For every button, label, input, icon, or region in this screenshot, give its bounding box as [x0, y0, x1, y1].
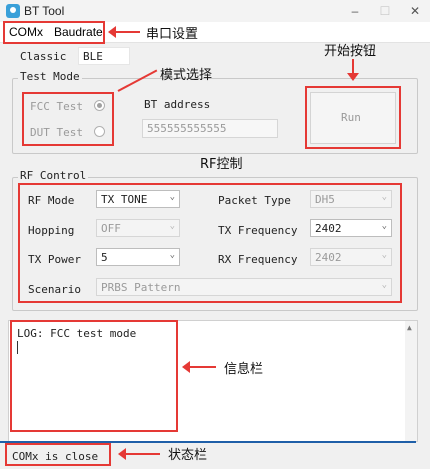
maximize-button[interactable]: ☐ [370, 2, 400, 20]
bt-address-input[interactable]: 555555555555 [142, 119, 278, 138]
tx-frequency-value: 2402 [315, 222, 342, 235]
chevron-down-icon: ⌄ [381, 221, 387, 231]
rf-mode-label: RF Mode [28, 194, 75, 207]
annotation-box-mode [22, 92, 114, 146]
annotation-box-menu [3, 21, 105, 44]
annotation-arrow-status [118, 448, 160, 460]
annotation-serial-settings: 串口设置 [146, 27, 199, 42]
chevron-down-icon: ⌄ [381, 280, 387, 290]
log-scrollbar[interactable]: ▲ [405, 321, 417, 441]
hopping-value: OFF [101, 222, 121, 235]
annotation-rf-control: RF控制 [200, 157, 243, 172]
rx-frequency-select[interactable]: 2402 ⌄ [310, 248, 392, 266]
rx-frequency-label: RX Frequency [218, 253, 298, 266]
classic-label: Classic [20, 50, 67, 63]
annotation-start-button: 开始按钮 [324, 44, 377, 59]
hopping-select[interactable]: OFF ⌄ [96, 219, 180, 237]
tx-frequency-label: TX Frequency [218, 224, 298, 237]
annotation-box-status [5, 443, 111, 466]
scenario-select[interactable]: PRBS Pattern ⌄ [96, 278, 392, 296]
packet-type-value: DH5 [315, 193, 335, 206]
annotation-status-bar: 状态栏 [168, 448, 208, 463]
rx-frequency-value: 2402 [315, 251, 342, 264]
rf-control-legend: RF Control [18, 169, 89, 182]
test-mode-legend: Test Mode [18, 70, 82, 83]
classic-select[interactable]: BLE [78, 47, 130, 65]
app-icon [6, 4, 20, 18]
packet-type-select[interactable]: DH5 ⌄ [310, 190, 392, 208]
annotation-box-run [305, 86, 401, 149]
scenario-value: PRBS Pattern [101, 281, 181, 294]
tx-frequency-select[interactable]: 2402 ⌄ [310, 219, 392, 237]
chevron-down-icon: ⌄ [169, 221, 175, 231]
chevron-down-icon: ⌄ [169, 250, 175, 260]
tx-power-select[interactable]: 5 ⌄ [96, 248, 180, 266]
rf-mode-select[interactable]: TX TONE ⌄ [96, 190, 180, 208]
tx-power-label: TX Power [28, 253, 81, 266]
close-button[interactable]: ✕ [400, 2, 430, 20]
annotation-arrow-run [347, 59, 359, 81]
annotation-info-bar: 信息栏 [224, 362, 264, 377]
packet-type-label: Packet Type [218, 194, 291, 207]
scroll-up-icon[interactable]: ▲ [407, 323, 412, 332]
scenario-label: Scenario [28, 283, 81, 296]
annotation-arrow-log [182, 361, 216, 373]
chevron-down-icon: ⌄ [169, 192, 175, 202]
rf-mode-value: TX TONE [101, 193, 148, 206]
window-title: BT Tool [24, 4, 65, 18]
bt-address-label: BT address [144, 98, 211, 111]
bt-address-value: 555555555555 [147, 122, 227, 135]
annotation-mode-select: 模式选择 [160, 68, 213, 83]
chevron-down-icon: ⌄ [381, 250, 387, 260]
annotation-arrow-menu [108, 26, 140, 38]
chevron-down-icon: ⌄ [381, 192, 387, 202]
tx-power-value: 5 [101, 251, 108, 264]
hopping-label: Hopping [28, 224, 75, 237]
annotation-box-log [10, 320, 178, 432]
classic-select-value: BLE [83, 50, 103, 63]
minimize-button[interactable]: – [340, 2, 370, 20]
